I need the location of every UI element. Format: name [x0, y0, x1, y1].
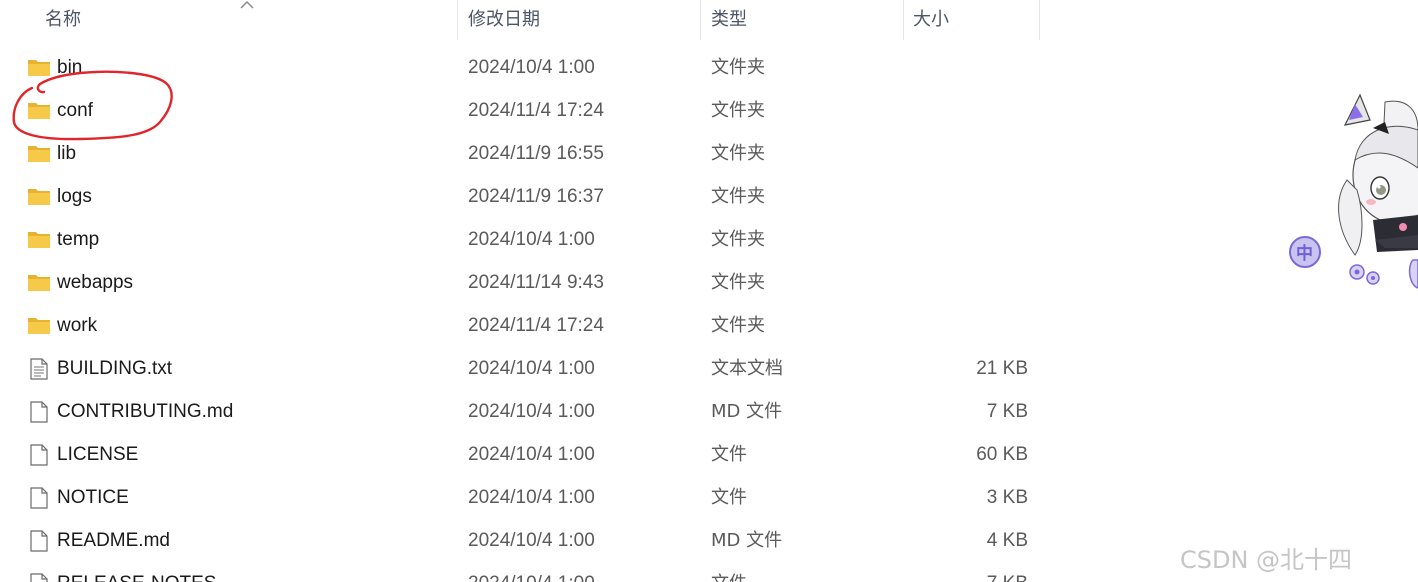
- file-type: 文本文档: [711, 358, 783, 379]
- file-name: CONTRIBUTING.md: [57, 401, 234, 422]
- file-size: 7 KB: [987, 562, 1028, 582]
- folder-row[interactable]: bin 2024/10/4 1:00 文件夹: [0, 46, 1040, 89]
- file-icon: [30, 487, 48, 509]
- file-row[interactable]: LICENSE 2024/10/4 1:00 文件 60 KB: [0, 433, 1040, 476]
- file-icon: [30, 573, 48, 582]
- file-modified-date: 2024/10/4 1:00: [468, 444, 595, 465]
- file-modified-date: 2024/10/4 1:00: [468, 57, 595, 78]
- file-modified-date: 2024/10/4 1:00: [468, 229, 595, 250]
- file-name: lib: [57, 143, 77, 164]
- anime-mascot-sticker: 中: [1289, 93, 1418, 289]
- folder-icon: [28, 103, 50, 119]
- file-icon: [30, 444, 48, 466]
- file-modified-date: 2024/11/9 16:37: [468, 186, 604, 207]
- folder-icon: [28, 232, 50, 248]
- column-header-date-label: 修改日期: [468, 9, 540, 30]
- file-type: 文件夹: [711, 100, 765, 121]
- column-header-bar: 名称 修改日期 类型 大小: [0, 0, 1418, 40]
- file-modified-date: 2024/10/4 1:00: [468, 487, 595, 508]
- file-type: 文件夹: [711, 186, 765, 207]
- file-type: MD 文件: [711, 530, 783, 551]
- file-name: work: [57, 315, 98, 336]
- file-type: 文件: [711, 562, 747, 582]
- file-modified-date: 2024/10/4 1:00: [468, 562, 595, 582]
- file-modified-date: 2024/11/4 17:24: [468, 315, 604, 336]
- folder-icon: [28, 146, 50, 162]
- file-name: NOTICE: [57, 487, 129, 508]
- folder-icon: [28, 275, 50, 291]
- file-size: 7 KB: [986, 401, 1028, 422]
- column-header-type[interactable]: 类型: [701, 0, 904, 40]
- file-size: 60 KB: [976, 444, 1028, 465]
- column-header-name-label: 名称: [45, 9, 81, 30]
- file-name: BUILDING.txt: [57, 358, 173, 379]
- file-name: temp: [57, 229, 100, 250]
- file-icon: [30, 401, 48, 423]
- file-name: bin: [57, 57, 83, 78]
- file-modified-date: 2024/10/4 1:00: [468, 358, 595, 379]
- file-size: 4 KB: [986, 530, 1028, 551]
- folder-row[interactable]: logs 2024/11/9 16:37 文件夹: [0, 175, 1040, 218]
- column-header-type-label: 类型: [711, 9, 747, 30]
- column-header-date[interactable]: 修改日期: [458, 0, 701, 40]
- file-size: 21 KB: [976, 358, 1028, 379]
- svg-text:中: 中: [1296, 243, 1313, 264]
- file-name: logs: [57, 186, 92, 207]
- folder-icon: [28, 189, 50, 205]
- file-type: 文件夹: [711, 229, 765, 250]
- folder-icon: [28, 318, 50, 334]
- file-type: 文件夹: [711, 272, 765, 293]
- folder-row[interactable]: work 2024/11/4 17:24 文件夹: [0, 304, 1040, 347]
- watermark: CSDN @北十四: [1180, 546, 1353, 574]
- file-size: 3 KB: [986, 487, 1028, 508]
- column-header-size[interactable]: 大小: [904, 0, 1040, 40]
- file-type: 文件夹: [711, 315, 765, 336]
- file-type: MD 文件: [711, 401, 783, 422]
- folder-row[interactable]: webapps 2024/11/14 9:43 文件夹: [0, 261, 1040, 304]
- file-name: RELEASE-NOTES: [57, 562, 216, 582]
- file-modified-date: 2024/11/9 16:55: [468, 143, 604, 164]
- file-row[interactable]: README.md 2024/10/4 1:00 MD 文件 4 KB: [0, 519, 1040, 562]
- column-header-size-label: 大小: [913, 9, 949, 30]
- folder-row[interactable]: conf 2024/11/4 17:24 文件夹: [0, 89, 1040, 132]
- file-modified-date: 2024/10/4 1:00: [468, 530, 595, 551]
- file-row[interactable]: RELEASE-NOTES 2024/10/4 1:00 文件 7 KB: [0, 562, 1040, 582]
- column-divider[interactable]: [1039, 0, 1040, 40]
- file-row[interactable]: BUILDING.txt 2024/10/4 1:00 文本文档 21 KB: [0, 347, 1040, 390]
- file-type: 文件: [711, 444, 747, 465]
- file-type: 文件夹: [711, 143, 765, 164]
- folder-row[interactable]: temp 2024/10/4 1:00 文件夹: [0, 218, 1040, 261]
- file-type: 文件夹: [711, 57, 765, 78]
- file-name: conf: [57, 100, 93, 121]
- chevron-up-icon: [240, 0, 254, 9]
- file-icon: [30, 530, 48, 552]
- file-type: 文件: [711, 487, 747, 508]
- file-name: README.md: [57, 530, 170, 551]
- folder-icon: [28, 60, 50, 76]
- file-modified-date: 2024/11/14 9:43: [468, 272, 604, 293]
- file-modified-date: 2024/10/4 1:00: [468, 401, 595, 422]
- text-file-icon: [30, 358, 48, 380]
- folder-row[interactable]: lib 2024/11/9 16:55 文件夹: [0, 132, 1040, 175]
- file-modified-date: 2024/11/4 17:24: [468, 100, 604, 121]
- file-row[interactable]: CONTRIBUTING.md 2024/10/4 1:00 MD 文件 7 KB: [0, 390, 1040, 433]
- file-name: webapps: [57, 272, 134, 293]
- file-row[interactable]: NOTICE 2024/10/4 1:00 文件 3 KB: [0, 476, 1040, 519]
- column-header-name[interactable]: 名称: [0, 0, 458, 40]
- file-name: LICENSE: [57, 444, 139, 465]
